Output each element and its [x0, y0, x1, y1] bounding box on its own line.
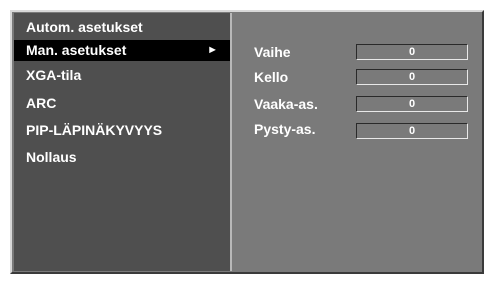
value-field-pysty-as[interactable]: 0: [356, 123, 468, 139]
arrow-right-icon: ►: [207, 44, 218, 56]
menu-item-pip-lapinakyvyys[interactable]: PIP-LÄPINÄKYVYYS: [14, 120, 230, 141]
menu-item-xga-tila[interactable]: XGA-tila: [14, 65, 230, 86]
param-label-pysty-as: Pysty-as.: [254, 121, 316, 137]
value-field-vaaka-as[interactable]: 0: [356, 96, 468, 112]
osd-window: Autom. asetukset Man. asetukset ► XGA-ti…: [10, 10, 484, 274]
param-label-kello: Kello: [254, 69, 289, 85]
menu-item-label: Nollaus: [26, 149, 77, 165]
value-field-vaihe[interactable]: 0: [356, 44, 468, 60]
param-label-vaihe: Vaihe: [254, 44, 291, 60]
param-label-vaaka-as: Vaaka-as.: [254, 96, 318, 112]
menu-item-nollaus[interactable]: Nollaus: [14, 147, 230, 168]
menu-item-label: Man. asetukset: [26, 42, 127, 58]
menu-item-label: XGA-tila: [26, 67, 82, 83]
menu-item-autom-asetukset[interactable]: Autom. asetukset: [14, 17, 230, 38]
menu-item-label: ARC: [26, 95, 57, 111]
menu-item-man-asetukset[interactable]: Man. asetukset ►: [14, 40, 230, 61]
menu-item-label: PIP-LÄPINÄKYVYYS: [26, 122, 163, 138]
value-field-kello[interactable]: 0: [356, 69, 468, 85]
menu-item-arc[interactable]: ARC: [14, 93, 230, 114]
menu-item-label: Autom. asetukset: [26, 19, 143, 35]
menu-panel: Autom. asetukset Man. asetukset ► XGA-ti…: [14, 13, 232, 271]
